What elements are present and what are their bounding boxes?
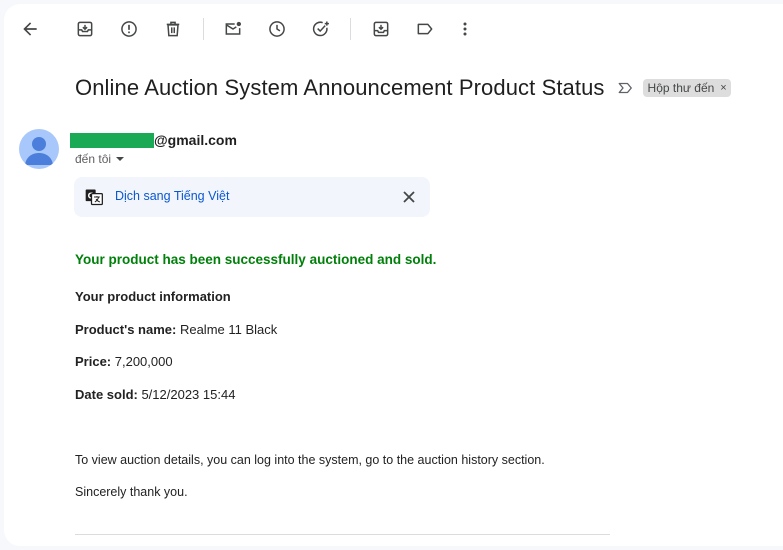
redacted-sender-name: [70, 132, 154, 148]
date-sold-value: 5/12/2023 15:44: [137, 387, 236, 402]
report-spam-icon: [121, 21, 137, 37]
mark-unread-button[interactable]: [217, 13, 249, 45]
more-icon: [463, 22, 467, 36]
move-to-button[interactable]: [365, 13, 397, 45]
date-sold-line: Date sold: 5/12/2023 15:44: [75, 387, 235, 402]
delete-icon: [166, 21, 180, 37]
add-to-tasks-button[interactable]: [305, 13, 337, 45]
label-button[interactable]: [409, 13, 441, 45]
subject-row: Online Auction System Announcement Produ…: [75, 70, 731, 106]
email-view: Online Auction System Announcement Produ…: [4, 4, 783, 546]
sender-email: @gmail.com: [154, 132, 237, 148]
snooze-icon: [269, 21, 285, 37]
product-name-value: Realme 11 Black: [176, 322, 278, 337]
archive-button[interactable]: [69, 13, 101, 45]
success-message: Your product has been successfully aucti…: [75, 252, 437, 267]
recipient-text: đến tôi: [75, 152, 112, 166]
remove-label-icon[interactable]: ×: [720, 82, 726, 94]
sender-row: @gmail.com: [70, 130, 237, 150]
label-icon: [417, 23, 433, 35]
translate-bar: G Dịch sang Tiếng Việt: [74, 177, 430, 217]
mark-unread-icon: [225, 21, 241, 35]
closing-text: Sincerely thank you.: [75, 485, 188, 499]
details-text: To view auction details, you can log int…: [75, 453, 545, 467]
email-subject: Online Auction System Announcement Produ…: [75, 75, 605, 100]
move-to-icon: [373, 21, 389, 37]
translate-link[interactable]: Dịch sang Tiếng Việt: [115, 189, 229, 203]
info-heading: Your product information: [75, 289, 231, 304]
toolbar-divider: [350, 18, 351, 40]
date-sold-label: Date sold:: [75, 387, 138, 402]
close-translate-button[interactable]: [400, 188, 418, 206]
back-arrow-icon: [23, 22, 37, 36]
recipient-details-toggle[interactable]: đến tôi: [75, 152, 125, 166]
delete-button[interactable]: [157, 13, 189, 45]
signature-divider: [75, 534, 610, 535]
snooze-button[interactable]: [261, 13, 293, 45]
avatar[interactable]: [19, 129, 59, 169]
more-button[interactable]: [449, 13, 481, 45]
archive-icon: [77, 21, 93, 37]
price-line: Price: 7,200,000: [75, 354, 173, 369]
price-label: Price:: [75, 354, 112, 369]
close-icon: [403, 191, 415, 203]
product-name-label: Product's name:: [75, 322, 177, 337]
dropdown-caret-icon: [116, 157, 125, 161]
inbox-label-text: Hộp thư đến: [647, 81, 715, 95]
back-button[interactable]: [14, 13, 46, 45]
person-icon: [25, 137, 53, 165]
report-spam-button[interactable]: [113, 13, 145, 45]
inbox-label-chip: Hộp thư đến ×: [642, 79, 731, 97]
add-to-tasks-icon: [312, 21, 329, 37]
toolbar: [4, 4, 783, 56]
translate-icon: G: [85, 189, 103, 206]
product-name-line: Product's name: Realme 11 Black: [75, 322, 277, 337]
price-value: 7,200,000: [111, 354, 173, 369]
toolbar-divider: [203, 18, 204, 40]
importance-marker-icon[interactable]: [617, 79, 635, 97]
